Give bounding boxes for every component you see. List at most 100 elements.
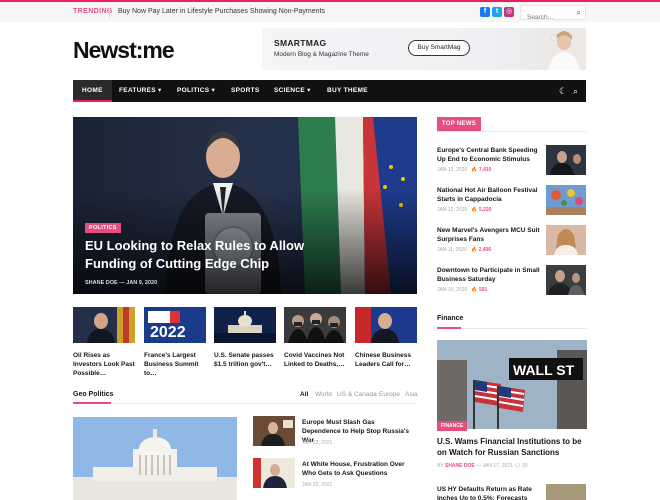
geo-tab-world[interactable]: World — [315, 391, 332, 398]
geo-main-image[interactable] — [73, 417, 237, 500]
thumb-title-4[interactable]: Covid Vaccines Not Linked to Deaths,… — [284, 351, 348, 369]
thumb-image-1[interactable] — [73, 307, 135, 343]
ad-title: SMARTMAG — [274, 38, 327, 48]
buy-smartmag-button[interactable]: Buy SmartMag — [408, 40, 470, 56]
thumb-title-1[interactable]: Oil Rises as Investors Look Past Possibl… — [73, 351, 137, 378]
top-news-title-2[interactable]: National Hot Air Balloon Festival Starts… — [437, 186, 541, 204]
top-news-graphic-3 — [546, 225, 586, 255]
geo-tab-asia[interactable]: Asia — [405, 391, 418, 398]
comments-icon: 🗨 — [514, 463, 521, 469]
thumb-graphic-4 — [284, 307, 346, 343]
hero-meta: SHANE DOE — JAN 9, 2020 — [85, 280, 158, 286]
thumb-image-5[interactable] — [355, 307, 417, 343]
nav-sports[interactable]: SPORTS — [231, 80, 260, 102]
geo-thumb-graphic-1 — [253, 416, 295, 446]
top-news-meta-1: JAN 13, 2020 🔥 7,410 — [437, 167, 491, 173]
thumb-title-2[interactable]: France's Largest Business Summit to… — [144, 351, 208, 378]
trending-headline-link[interactable]: Buy Now Pay Later in Lifestyle Purchases… — [118, 8, 325, 15]
top-news-graphic-2 — [546, 185, 586, 215]
top-bar: TRENDING Buy Now Pay Later in Lifestyle … — [0, 0, 660, 24]
top-news-image-2[interactable] — [546, 185, 586, 215]
dark-mode-icon[interactable]: ☾ — [559, 86, 567, 97]
top-news-title-3[interactable]: New Marvel's Avengers MCU Suit Surprises… — [437, 226, 541, 244]
finance-category-badge[interactable]: FINANCE — [437, 421, 468, 431]
top-news-views-1: 🔥 7,410 — [471, 167, 492, 173]
top-news-views-value-1: 7,410 — [478, 167, 492, 173]
thumb-graphic-2: 2022 — [144, 307, 206, 343]
top-news-graphic-4 — [546, 265, 586, 295]
hero-category-badge[interactable]: POLITICS — [85, 223, 121, 233]
instagram-icon[interactable]: ◎ — [504, 7, 514, 17]
thumb-graphic-3 — [214, 307, 276, 343]
finance-date: JAN 17, 2021 — [482, 463, 513, 469]
finance-section-title: Finance — [437, 315, 464, 322]
thumb-title-5[interactable]: Chinese Business Leaders Call for… — [355, 351, 419, 369]
twitter-icon[interactable]: t — [492, 7, 502, 17]
top-news-title-1[interactable]: Europe's Central Bank Speeding Up End to… — [437, 146, 541, 164]
top-news-views-2: 🔥 5,220 — [471, 207, 492, 213]
geo-thumb-graphic-2 — [253, 458, 295, 488]
top-news-views-4: 🔥 501 — [471, 287, 488, 293]
geo-thumb-2[interactable] — [253, 458, 295, 488]
section-accent — [73, 402, 111, 404]
main-nav: HOME FEATURES ▾ POLITICS ▾ SPORTS SCIENC… — [73, 80, 586, 102]
section-divider — [73, 403, 417, 404]
finance-item-title-2[interactable]: US HY Defaults Return as Rate Inches Up … — [437, 485, 541, 500]
nav-home[interactable]: HOME — [73, 80, 112, 102]
top-news-meta-4: JAN 10, 2020 🔥 501 — [437, 287, 487, 293]
nav-science[interactable]: SCIENCE ▾ — [274, 80, 311, 102]
finance-comments[interactable]: 30 — [522, 463, 528, 469]
top-news-image-3[interactable] — [546, 225, 586, 255]
geo-tab-us-canada[interactable]: US & Canada — [337, 391, 377, 398]
finance-meta: BY SHANE DOE — JAN 17, 2021 🗨 30 — [437, 463, 528, 469]
finance-headline[interactable]: U.S. Wams Financial Institutions to be o… — [437, 436, 585, 458]
top-news-date-3: JAN 11, 2020 — [437, 247, 467, 253]
wall-st-sign-text: WALL ST — [513, 362, 575, 378]
geo-thumb-1[interactable] — [253, 416, 295, 446]
ad-model-image — [542, 28, 586, 70]
facebook-icon[interactable]: f — [480, 7, 490, 17]
nav-politics[interactable]: POLITICS ▾ — [177, 80, 215, 102]
divider — [109, 7, 110, 18]
thumb-graphic-1 — [73, 307, 135, 343]
top-news-views-value-2: 5,220 — [478, 207, 492, 213]
capitol-graphic — [73, 417, 237, 500]
geo-section-title: Geo Politics — [73, 391, 114, 398]
geo-item-date-1: JAN 22, 2021 — [302, 440, 333, 446]
top-news-graphic-1 — [546, 145, 586, 175]
top-news-badge: TOP NEWS — [437, 117, 481, 132]
ad-banner[interactable]: SMARTMAG Modern Blog & Magazine Theme Bu… — [262, 28, 586, 70]
top-news-views-value-3: 2,406 — [478, 247, 492, 253]
thumb-image-4[interactable] — [284, 307, 346, 343]
finance-accent — [437, 327, 461, 329]
thumb-title-3[interactable]: U.S. Senate passes $1.5 trillion gov't… — [214, 351, 278, 369]
search-box[interactable]: ⌕ — [520, 5, 586, 24]
hero-article[interactable]: POLITICS EU Looking to Relax Rules to Al… — [73, 117, 417, 294]
top-news-views-value-4: 501 — [478, 287, 488, 293]
top-news-image-1[interactable] — [546, 145, 586, 175]
top-news-date-2: JAN 12, 2020 — [437, 207, 468, 213]
thumb-graphic-5 — [355, 307, 417, 343]
top-news-title-4[interactable]: Downtown to Participate in Small Busines… — [437, 266, 541, 284]
finance-main-image[interactable]: WALL ST — [437, 340, 587, 429]
nav-buy-theme[interactable]: BUY THEME — [327, 80, 368, 102]
geo-tab-europe[interactable]: Europe — [379, 391, 400, 398]
geo-tab-all[interactable]: All — [300, 391, 308, 398]
nav-features[interactable]: FEATURES ▾ — [119, 80, 162, 102]
geo-item-date-2: JAN 22, 2021 — [302, 482, 333, 488]
top-news-image-4[interactable] — [546, 265, 586, 295]
ad-subtitle: Modern Blog & Magazine Theme — [274, 51, 369, 58]
nav-search-icon[interactable]: ⌕ — [573, 86, 578, 97]
trending-label: TRENDING — [73, 8, 113, 15]
search-input[interactable] — [521, 11, 571, 24]
finance-item-image-2[interactable] — [546, 484, 586, 500]
thumb-image-2[interactable]: 2022 — [144, 307, 206, 343]
thumb-image-3[interactable] — [214, 307, 276, 343]
search-icon[interactable]: ⌕ — [577, 8, 581, 18]
hero-title[interactable]: EU Looking to Relax Rules to Allow Fundi… — [85, 237, 345, 273]
top-news-meta-3: JAN 11, 2020 🔥 2,406 — [437, 247, 491, 253]
geo-item-title-2[interactable]: At White House, Frustration Over Who Get… — [302, 460, 414, 478]
finance-author[interactable]: SHANE DOE — [445, 463, 475, 469]
site-logo[interactable]: Newst:me — [73, 37, 175, 64]
top-news-date-1: JAN 13, 2020 — [437, 167, 468, 173]
